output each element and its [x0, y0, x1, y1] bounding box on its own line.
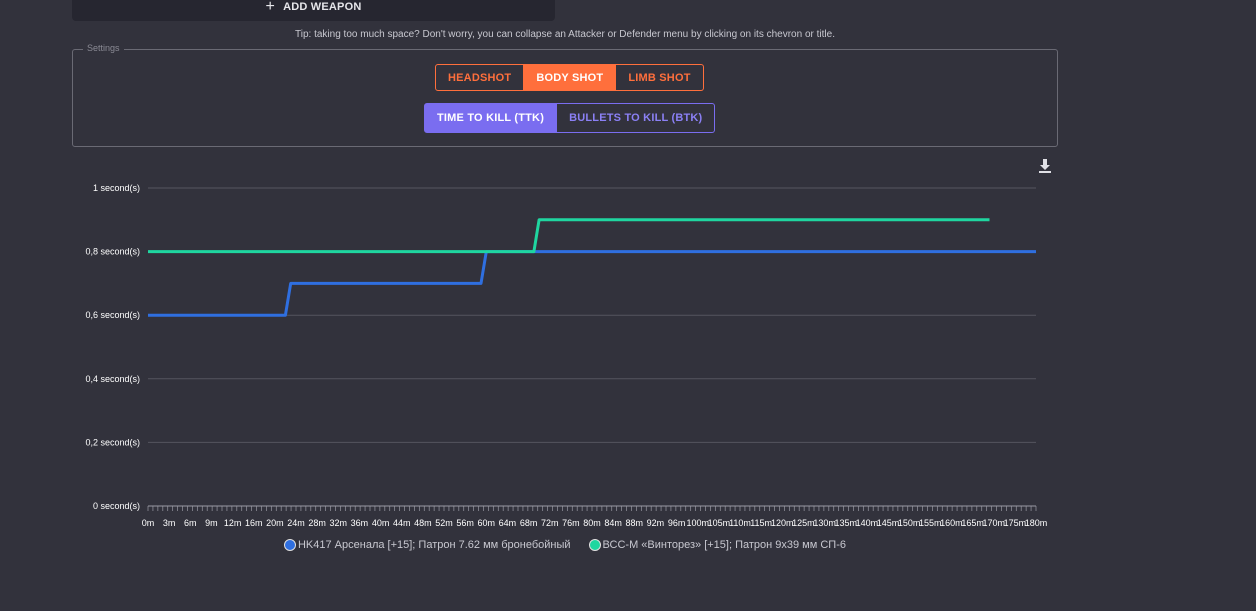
x-tick-label: 32m: [330, 518, 348, 528]
y-tick-label: 0,8 second(s): [85, 247, 140, 257]
x-tick-label: 56m: [456, 518, 474, 528]
shot-type-group: HEADSHOT BODY SHOT LIMB SHOT: [435, 64, 704, 91]
x-tick-label: 48m: [414, 518, 432, 528]
x-tick-label: 60m: [478, 518, 496, 528]
x-tick-label: 100m: [686, 518, 709, 528]
x-tick-label: 9m: [205, 518, 218, 528]
x-tick-label: 24m: [287, 518, 305, 528]
settings-legend: Settings: [83, 43, 124, 53]
chart-legend: HK417 Арсенала [+15]; Патрон 7.62 мм бро…: [0, 539, 1130, 551]
x-tick-label: 145m: [877, 518, 900, 528]
x-tick-label: 12m: [224, 518, 242, 528]
x-tick-label: 16m: [245, 518, 263, 528]
x-tick-label: 175m: [1004, 518, 1027, 528]
y-tick-label: 0 second(s): [93, 501, 140, 511]
x-tick-label: 180m: [1025, 518, 1048, 528]
x-tick-label: 88m: [626, 518, 644, 528]
x-tick-label: 3m: [163, 518, 176, 528]
x-tick-label: 72m: [541, 518, 559, 528]
add-weapon-button[interactable]: + ADD WEAPON: [72, 0, 555, 21]
x-tick-label: 76m: [562, 518, 580, 528]
ttk-chart: 0 second(s) 0,2 second(s) 0,4 second(s) 0,6…: [85, 183, 1048, 528]
x-tick-label: 125m: [792, 518, 815, 528]
x-tick-label: 105m: [708, 518, 731, 528]
x-tick-label: 40m: [372, 518, 390, 528]
settings-panel: Settings HEADSHOT BODY SHOT LIMB SHOT TI…: [72, 43, 1058, 147]
ttk-button[interactable]: TIME TO KILL (TTK): [424, 103, 558, 133]
y-tick-label: 0,6 second(s): [85, 310, 140, 320]
x-tick-label: 20m: [266, 518, 284, 528]
plus-icon: +: [265, 0, 276, 15]
x-tick-label: 140m: [856, 518, 879, 528]
x-tick-label: 64m: [499, 518, 517, 528]
legend-item-vss[interactable]: ВСС-М «Винторез» [+15]; Патрон 9x39 мм С…: [588, 539, 846, 551]
legend-dot-vss: [588, 539, 601, 551]
x-tick-label: 6m: [184, 518, 197, 528]
x-tick-label: 120m: [771, 518, 794, 528]
mode-group: TIME TO KILL (TTK) BULLETS TO KILL (BTK): [424, 103, 716, 133]
body-shot-button[interactable]: BODY SHOT: [524, 64, 617, 91]
x-tick-label: 155m: [919, 518, 942, 528]
x-tick-label: 44m: [393, 518, 411, 528]
limb-shot-button[interactable]: LIMB SHOT: [616, 64, 704, 91]
legend-label-hk417: HK417 Арсенала [+15]; Патрон 7.62 мм бро…: [297, 539, 571, 551]
y-tick-label: 1 second(s): [93, 183, 140, 193]
x-tick-label: 160m: [940, 518, 963, 528]
x-tick-label: 130m: [813, 518, 836, 528]
x-tick-label: 135m: [834, 518, 857, 528]
x-tick-label: 36m: [351, 518, 369, 528]
x-tick-label: 52m: [435, 518, 453, 528]
x-tick-label: 84m: [604, 518, 622, 528]
legend-dot-hk417: [283, 539, 296, 551]
series-line-1: [148, 218, 990, 254]
add-weapon-label: ADD WEAPON: [283, 0, 362, 13]
legend-item-hk417[interactable]: HK417 Арсенала [+15]; Патрон 7.62 мм бро…: [283, 539, 571, 551]
x-tick-label: 80m: [583, 518, 601, 528]
x-tick-label: 96m: [668, 518, 686, 528]
y-tick-label: 0,2 second(s): [85, 437, 140, 447]
x-tick-label: 110m: [729, 518, 751, 528]
x-tick-label: 165m: [961, 518, 984, 528]
btk-button[interactable]: BULLETS TO KILL (BTK): [557, 103, 716, 133]
x-tick-label: 115m: [750, 518, 772, 528]
headshot-button[interactable]: HEADSHOT: [435, 64, 525, 91]
tip-text: Tip: taking too much space? Don't worry,…: [295, 29, 835, 40]
x-tick-label: 28m: [308, 518, 326, 528]
series-line-0: [148, 250, 1036, 317]
x-tick-label: 150m: [898, 518, 921, 528]
x-tick-label: 68m: [520, 518, 538, 528]
x-tick-label: 170m: [982, 518, 1005, 528]
x-tick-label: 92m: [647, 518, 665, 528]
legend-label-vss: ВСС-М «Винторез» [+15]; Патрон 9x39 мм С…: [602, 539, 846, 551]
x-tick-label: 0m: [142, 518, 155, 528]
y-tick-label: 0,4 second(s): [85, 374, 140, 384]
